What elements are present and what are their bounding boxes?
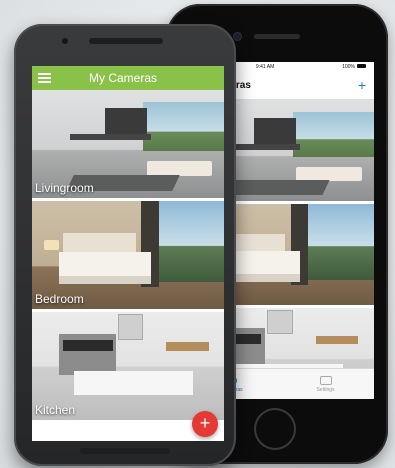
iphone-front-camera [234,33,241,40]
hamburger-menu-icon[interactable] [38,73,51,83]
ios-add-camera-button[interactable]: + [358,78,366,92]
android-bottom-speaker [80,448,170,454]
app-title: My Cameras [89,71,158,85]
camera-label-livingroom: Livingroom [35,181,94,195]
ios-status-battery: 100% [342,63,355,70]
camera-tile-kitchen[interactable]: Kitchen [32,312,224,420]
add-camera-fab[interactable]: + [192,411,218,437]
ios-tab-label: Settings [316,386,335,393]
android-device: My Cameras Livingroom Bedroom Kitchen + [14,24,236,466]
android-screen: My Cameras Livingroom Bedroom Kitchen + [32,66,224,441]
camera-tile-livingroom[interactable]: Livingroom [32,90,224,198]
battery-icon [357,64,366,69]
iphone-earpiece [254,34,300,39]
ios-status-time: 9:41 AM [255,63,275,70]
android-top-speaker [89,38,163,44]
camera-label-kitchen: Kitchen [35,403,76,417]
ios-tab-settings[interactable]: Settings [277,369,374,399]
android-app-bar: My Cameras [32,66,224,90]
iphone-home-button[interactable] [254,408,296,450]
android-front-camera [62,38,68,44]
settings-icon [319,375,332,385]
camera-label-bedroom: Bedroom [35,292,84,306]
camera-tile-bedroom[interactable]: Bedroom [32,201,224,309]
